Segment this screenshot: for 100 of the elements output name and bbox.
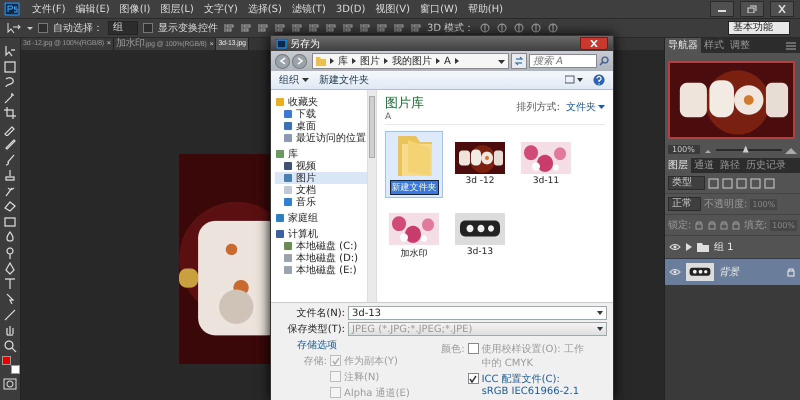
file-item[interactable]: 3d -12 <box>451 131 509 198</box>
panel-tab[interactable]: 样式 <box>701 38 727 53</box>
file-item[interactable]: 加水印 <box>385 202 443 263</box>
file-item[interactable]: 新建文件夹 <box>385 131 443 198</box>
nav-item[interactable]: 图片 <box>275 172 367 184</box>
chevron-icon[interactable] <box>351 57 357 65</box>
checkbox[interactable] <box>468 373 479 384</box>
marquee-tool-icon[interactable] <box>3 60 17 74</box>
eye-icon[interactable] <box>669 243 681 251</box>
slider-thumb[interactable] <box>742 146 749 152</box>
lock-option-icon[interactable] <box>719 220 728 230</box>
chevron-icon[interactable] <box>435 57 441 65</box>
breadcrumb-item[interactable]: 图片 <box>360 54 380 68</box>
nav-item[interactable]: 音乐 <box>275 196 367 208</box>
close-button[interactable] <box>580 37 608 50</box>
panel-tab[interactable]: 历史记录 <box>743 158 789 173</box>
help-icon[interactable] <box>593 74 605 86</box>
align-icon[interactable] <box>325 22 337 34</box>
panel-tab[interactable]: 导航器 <box>665 38 701 53</box>
dropdown-arrow-icon[interactable] <box>498 57 505 65</box>
checkbox[interactable] <box>143 23 153 33</box>
stamp-icon[interactable] <box>3 168 17 182</box>
align-icon[interactable] <box>359 22 371 34</box>
nav-item[interactable]: 本地磁盘 (E:) <box>275 264 367 276</box>
blend-mode-dropdown[interactable]: 正常 <box>668 197 701 211</box>
chevron-icon[interactable] <box>454 57 460 65</box>
restore-button[interactable] <box>740 1 764 17</box>
search-icon[interactable] <box>599 56 609 66</box>
lock-option-icon[interactable] <box>706 220 716 230</box>
breadcrumb-item[interactable]: 库 <box>338 54 348 68</box>
address-bar[interactable]: 库 图片 我的图片 A <box>312 53 509 69</box>
align-icon[interactable] <box>274 22 286 34</box>
zoom-icon[interactable] <box>3 338 17 352</box>
filter-dropdown[interactable]: 类型 <box>668 176 705 190</box>
panel-tab[interactable]: 路径 <box>717 158 743 173</box>
align-icon[interactable] <box>342 22 354 34</box>
menu-item[interactable]: 窗口(W) <box>418 2 460 16</box>
menu-item[interactable]: 帮助(H) <box>466 2 506 16</box>
lock-option-icon[interactable] <box>694 220 704 230</box>
brush-icon[interactable] <box>3 152 17 166</box>
organize-button[interactable]: 组织 <box>279 73 309 87</box>
menu-item[interactable]: 3D(D) <box>334 4 368 14</box>
lasso-tool-icon[interactable] <box>3 75 17 89</box>
file-item[interactable]: 3d-13 <box>451 202 509 263</box>
magic-wand-icon[interactable] <box>3 90 17 104</box>
nav-item[interactable]: 桌面 <box>275 120 367 132</box>
align-icon[interactable] <box>410 22 422 34</box>
eye-icon[interactable] <box>669 268 681 276</box>
nav-item[interactable]: 计算机 <box>275 228 367 240</box>
eraser-icon[interactable] <box>3 199 17 213</box>
nav-item[interactable]: 视频 <box>275 160 367 172</box>
save-options-link[interactable]: 存储选项 <box>297 338 427 352</box>
layer-row[interactable]: 组 1 <box>665 236 800 259</box>
workspace-dropdown[interactable]: 基本功能 <box>728 21 790 35</box>
mountain-large-icon[interactable] <box>785 146 797 154</box>
target-dropdown[interactable]: 组 <box>108 21 138 35</box>
align-icon[interactable] <box>240 22 252 34</box>
menu-item[interactable]: 选择(S) <box>246 2 284 16</box>
menu-item[interactable]: 视图(V) <box>373 2 412 16</box>
breadcrumb-item[interactable]: 我的图片 <box>392 54 432 68</box>
align-icon[interactable] <box>223 22 235 34</box>
nav-item[interactable]: 库 <box>275 148 367 160</box>
nav-item[interactable]: 文档 <box>275 184 367 196</box>
move-tool-icon[interactable] <box>3 44 17 58</box>
nav-item[interactable]: 最近访问的位置 <box>275 132 367 144</box>
bandage-icon[interactable] <box>3 137 17 151</box>
type-tool-icon[interactable] <box>3 276 17 290</box>
breadcrumb-item[interactable]: A <box>444 56 451 66</box>
menu-item[interactable]: 文字(Y) <box>202 2 240 16</box>
pen-tool-icon[interactable] <box>3 261 17 275</box>
nav-item[interactable]: 收藏夹 <box>275 96 367 108</box>
menu-item[interactable]: 图像(I) <box>118 2 152 16</box>
align-icon[interactable] <box>257 22 269 34</box>
panel-menu-icon[interactable] <box>786 42 796 50</box>
nav-item[interactable]: 本地磁盘 (D:) <box>275 252 367 264</box>
nav-item[interactable]: 本地磁盘 (C:) <box>275 240 367 252</box>
checkbox[interactable] <box>38 23 48 33</box>
file-name-field[interactable]: 3d-13 <box>348 306 607 320</box>
nav-item[interactable]: 下载 <box>275 108 367 120</box>
scroll-thumb[interactable] <box>369 96 375 158</box>
menu-item[interactable]: 滤镜(T) <box>290 2 328 16</box>
minimize-button[interactable] <box>710 1 734 17</box>
expand-arrow-icon[interactable] <box>686 243 692 251</box>
menu-item[interactable]: 文件(F) <box>30 2 68 16</box>
view-options-icon[interactable] <box>565 75 583 85</box>
checkbox[interactable] <box>468 343 479 354</box>
zoom-field[interactable]: 100% <box>668 145 700 154</box>
menu-item[interactable]: 编辑(E) <box>74 2 112 16</box>
panel-tab[interactable]: 通道 <box>691 158 717 173</box>
layer-row[interactable]: 背景 <box>665 259 800 286</box>
lock-option-icon[interactable] <box>731 220 741 230</box>
gradient-icon[interactable] <box>3 214 17 228</box>
chevron-icon[interactable] <box>329 57 335 65</box>
panel-tab[interactable]: 图层 <box>665 158 691 173</box>
foreground-color-swatch[interactable] <box>2 356 11 365</box>
file-item[interactable]: 3d-11 <box>517 131 575 198</box>
align-icon[interactable] <box>393 22 405 34</box>
chevron-icon[interactable] <box>383 57 389 65</box>
close-button[interactable] <box>770 1 794 17</box>
forward-button[interactable] <box>292 54 307 68</box>
